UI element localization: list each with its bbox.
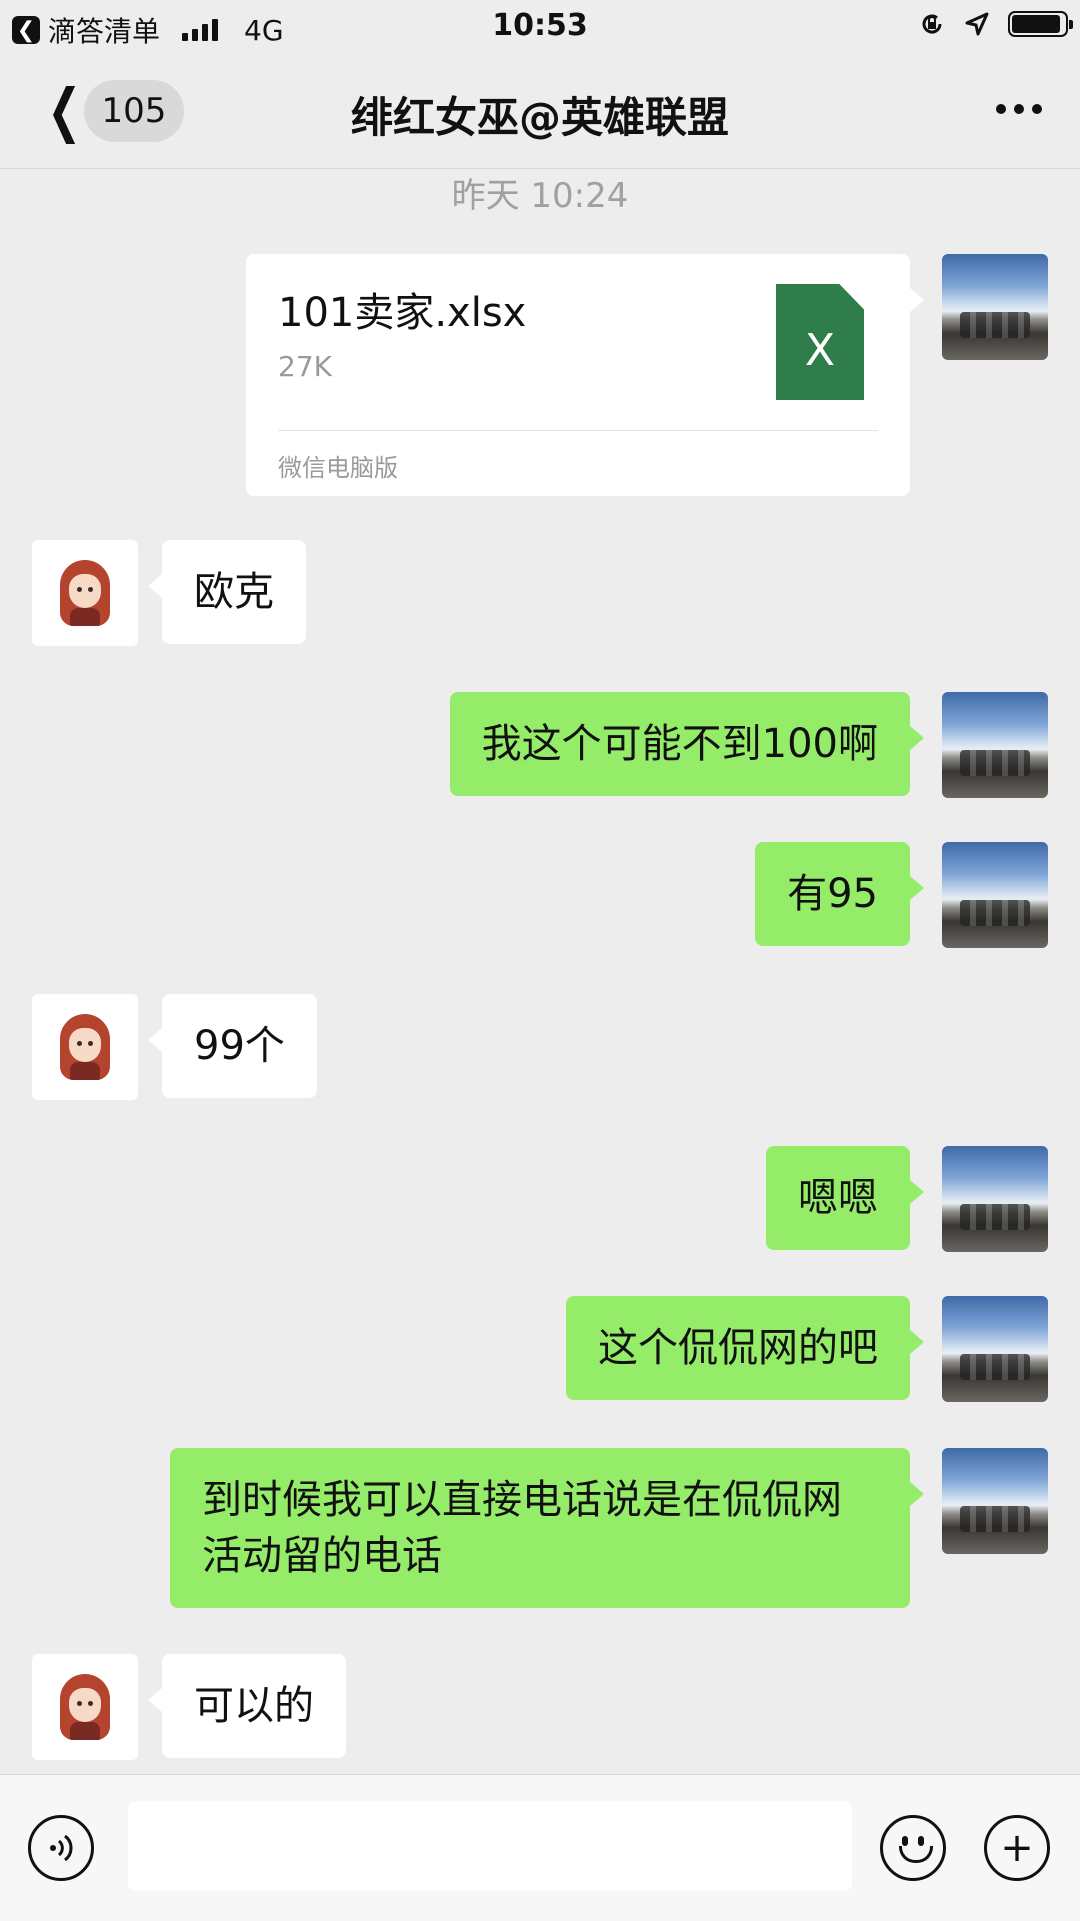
self-avatar[interactable] [942, 1296, 1048, 1402]
more-icon[interactable] [996, 104, 1042, 114]
contact-avatar[interactable] [32, 994, 138, 1100]
self-avatar[interactable] [942, 254, 1048, 360]
self-avatar[interactable] [942, 692, 1048, 798]
status-bar: ❮ 滴答清单 4G 10:53 [0, 0, 1080, 54]
message-timestamp: 昨天 10:24 [451, 176, 629, 216]
location-icon [965, 12, 989, 36]
voice-wave-icon [50, 1834, 73, 1862]
message-bubble-in[interactable]: 欧克 [148, 540, 306, 644]
message-bubble-out[interactable]: 我这个可能不到100啊 [449, 692, 925, 796]
excel-file-icon-letter: X [804, 324, 836, 376]
file-message-card[interactable]: 101卖家.xlsx 27K X 微信电脑版 [246, 254, 924, 496]
message-bubble-in[interactable]: 99个 [148, 994, 317, 1098]
chat-header: ❮ 105 绯红女巫@英雄联盟 [0, 54, 1080, 169]
message-list[interactable]: 昨天 10:24 101卖家.xlsx 27K X 微信电脑版 欧克 我这个可能… [0, 168, 1080, 1774]
self-avatar[interactable] [942, 1448, 1048, 1554]
voice-icon[interactable] [28, 1815, 94, 1881]
emoji-icon[interactable] [880, 1815, 946, 1881]
file-name: 101卖家.xlsx [278, 290, 527, 336]
message-bubble-out[interactable]: 有95 [755, 842, 924, 946]
contact-avatar[interactable] [32, 540, 138, 646]
file-card-divider [278, 430, 878, 431]
chat-title: 绯红女巫@英雄联盟 [350, 93, 729, 142]
rotation-lock-icon [922, 14, 942, 34]
file-source: 微信电脑版 [278, 454, 398, 482]
self-avatar[interactable] [942, 1146, 1048, 1252]
add-icon[interactable]: + [984, 1815, 1050, 1881]
file-size: 27K [278, 350, 332, 383]
input-bar: + [0, 1774, 1080, 1921]
battery-icon [1008, 11, 1073, 37]
message-bubble-out[interactable]: 到时候我可以直接电话说是在侃侃网活动留的电话 [170, 1448, 924, 1608]
self-avatar[interactable] [942, 842, 1048, 948]
status-right [918, 10, 1073, 38]
message-bubble-out[interactable]: 这个侃侃网的吧 [566, 1296, 924, 1400]
message-bubble-in[interactable]: 可以的 [148, 1654, 346, 1758]
message-input[interactable] [128, 1801, 852, 1891]
contact-avatar[interactable] [32, 1654, 138, 1760]
message-bubble-out[interactable]: 嗯嗯 [766, 1146, 924, 1250]
